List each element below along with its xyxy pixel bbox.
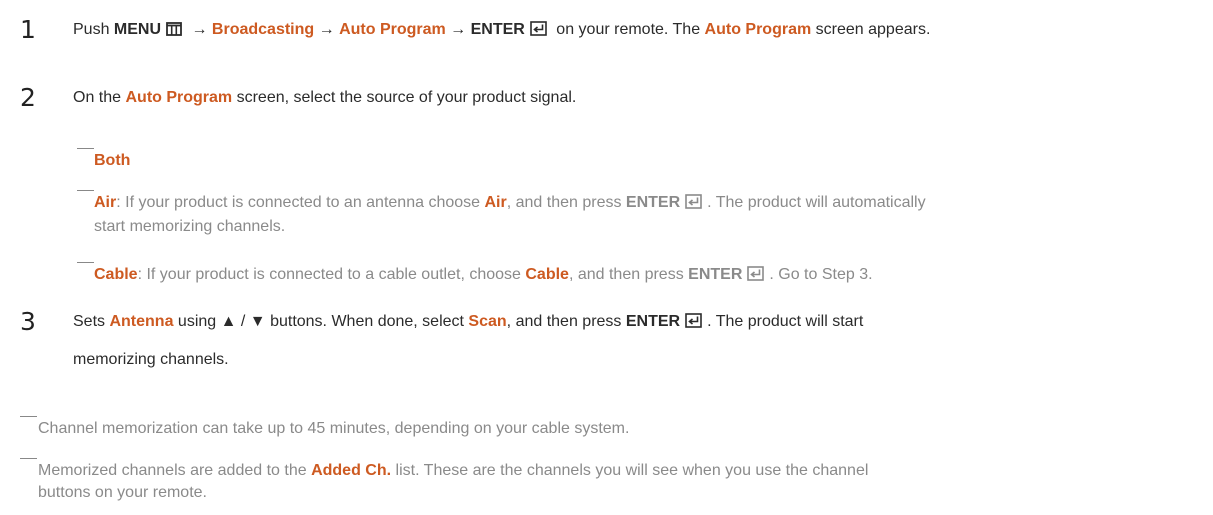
step-text-part: Push: [73, 21, 114, 38]
enter-keyword: ENTER: [470, 21, 525, 38]
up-down-arrows-icon: ▲ / ▼: [220, 313, 266, 330]
note-text-part: : If your product is connected to a cabl…: [137, 266, 526, 283]
step-number: 1: [20, 15, 36, 44]
enter-icon: [530, 14, 547, 50]
menu-path-broadcasting: Broadcasting: [211, 21, 315, 38]
source-label-air: Air: [94, 194, 117, 211]
note-dash: [77, 148, 94, 149]
step-text-part: Sets: [73, 313, 110, 330]
step-text-part: , and then press: [506, 313, 626, 330]
source-option-both: Both: [77, 148, 1197, 172]
menu-keyword: MENU: [113, 21, 162, 38]
note-text: Channel memorization can take up to 45 m…: [38, 420, 630, 437]
enter-icon: [747, 266, 765, 288]
cable-term: Cable: [525, 266, 569, 283]
note-text-part: . Go to Step 3.: [769, 266, 873, 283]
step-text-part: screen, select the source of your produc…: [232, 89, 577, 106]
enter-keyword: ENTER: [688, 266, 743, 283]
scan-term: Scan: [468, 313, 507, 330]
note-text-part: . The product will automatically: [707, 194, 926, 211]
enter-icon: [685, 306, 702, 342]
note-text-part: , and then press: [506, 194, 626, 211]
source-option-air: Air: If your product is connected to an …: [77, 190, 1197, 238]
auto-program-term: Auto Program: [704, 21, 812, 38]
step-text: Push MENU → Broadcasting → Auto Program …: [73, 12, 1210, 50]
added-ch-term: Added Ch.: [311, 462, 392, 479]
step-number: 3: [20, 307, 36, 336]
source-option-cable: Cable: If your product is connected to a…: [77, 262, 1197, 288]
note-text-part: , and then press: [568, 266, 689, 283]
enter-keyword: ENTER: [625, 313, 681, 330]
note-dash: [20, 458, 37, 459]
menu-icon: [166, 14, 182, 50]
note-dash: [77, 262, 94, 263]
menu-path-auto-program: Auto Program: [339, 21, 446, 38]
step-text: On the Auto Program screen, select the s…: [73, 80, 1210, 116]
note-memorization-time: Channel memorization can take up to 45 m…: [20, 416, 1190, 440]
step-number: 2: [20, 83, 36, 112]
note-added-channels: Memorized channels are added to the Adde…: [20, 458, 1190, 504]
auto-program-term: Auto Program: [125, 89, 233, 106]
note-dash: [77, 190, 94, 191]
step-text-part: On the: [73, 89, 126, 106]
step-text: Sets Antenna using ▲ / ▼ buttons. When d…: [73, 304, 1210, 378]
step-text-part: . The product will start: [707, 313, 864, 330]
step-text-part: using: [173, 313, 221, 330]
source-label-both: Both: [94, 152, 131, 169]
note-dash: [20, 416, 37, 417]
note-text-part: list. These are the channels you will se…: [391, 462, 869, 479]
step-text-part: screen appears.: [811, 21, 931, 38]
enter-keyword: ENTER: [625, 194, 681, 211]
arrow-separator: →: [445, 21, 471, 38]
note-text-part: Memorized channels are added to the: [38, 462, 312, 479]
source-label-cable: Cable: [94, 266, 138, 283]
arrow-separator: →: [187, 21, 212, 38]
step-text-part: buttons. When done, select: [265, 313, 469, 330]
antenna-term: Antenna: [109, 313, 174, 330]
enter-icon: [685, 194, 702, 216]
note-text-part: : If your product is connected to an ant…: [116, 194, 485, 211]
arrow-separator: →: [314, 21, 340, 38]
step-text-part: on your remote. The: [551, 21, 705, 38]
air-term: Air: [484, 194, 507, 211]
note-text-continuation: buttons on your remote.: [38, 484, 207, 501]
note-text-continuation: start memorizing channels.: [94, 218, 286, 235]
step-text-continuation: memorizing channels.: [73, 351, 229, 368]
